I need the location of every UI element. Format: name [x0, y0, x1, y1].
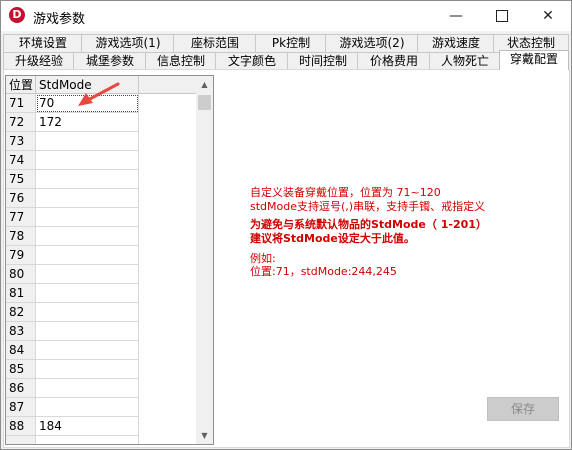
tab-options2[interactable]: 游戏选项(2) — [325, 34, 419, 52]
tab-coords[interactable]: 座标范围 — [173, 34, 257, 52]
red-arrow-annotation — [78, 82, 120, 106]
row-position-cell — [6, 436, 36, 444]
table-row[interactable]: 80 — [6, 265, 196, 284]
table-row[interactable] — [6, 436, 196, 444]
stdmode-cell[interactable] — [36, 398, 139, 417]
minimize-button[interactable]: — — [433, 1, 479, 31]
stdmode-cell[interactable] — [36, 227, 139, 246]
stdmode-cell[interactable] — [36, 208, 139, 227]
row-position-cell: 86 — [6, 379, 36, 398]
tab-wear-config[interactable]: 穿戴配置 — [499, 50, 569, 70]
stdmode-cell[interactable] — [36, 379, 139, 398]
column-header-position[interactable]: 位置 — [6, 76, 36, 94]
scroll-up-icon[interactable]: ▲ — [196, 76, 213, 93]
stdmode-cell[interactable] — [36, 436, 139, 444]
table-row[interactable]: 81 — [6, 284, 196, 303]
maximize-icon — [496, 10, 508, 22]
note-line-6: 位置:71，stdMode:244,245 — [250, 265, 397, 278]
tab-castle[interactable]: 城堡参数 — [73, 52, 147, 70]
vertical-scrollbar[interactable]: ▲ ▼ — [196, 76, 213, 444]
table-row[interactable]: 72 172 — [6, 113, 196, 132]
table-row[interactable]: 79 — [6, 246, 196, 265]
table-row[interactable]: 78 — [6, 227, 196, 246]
tab-time[interactable]: 时间控制 — [287, 52, 359, 70]
row-position-cell: 75 — [6, 170, 36, 189]
tab-options1[interactable]: 游戏选项(1) — [81, 34, 175, 52]
window-title: 游戏参数 — [33, 12, 86, 27]
tab-text-color[interactable]: 文字颜色 — [215, 52, 289, 70]
stdmode-cell[interactable] — [36, 360, 139, 379]
row-position-cell: 79 — [6, 246, 36, 265]
wear-grid[interactable]: 位置 StdMode 71 70 72 172 73 74 75 76 77 78 79 80 81 82… — [5, 75, 214, 445]
app-icon: D — [9, 7, 25, 23]
table-row[interactable]: 73 — [6, 132, 196, 151]
title-bar: D 游戏参数 — ✕ — [1, 1, 571, 31]
maximize-button[interactable] — [479, 1, 525, 31]
table-row[interactable]: 74 — [6, 151, 196, 170]
tab-env[interactable]: 环境设置 — [3, 34, 83, 52]
stdmode-cell[interactable]: 172 — [36, 113, 139, 132]
row-position-cell: 80 — [6, 265, 36, 284]
tab-pk[interactable]: Pk控制 — [255, 34, 327, 52]
table-row[interactable]: 77 — [6, 208, 196, 227]
save-button[interactable]: 保存 — [487, 397, 559, 421]
row-position-cell: 71 — [6, 94, 36, 113]
table-row[interactable]: 85 — [6, 360, 196, 379]
tab-level-exp[interactable]: 升级经验 — [3, 52, 75, 70]
row-position-cell: 82 — [6, 303, 36, 322]
close-button[interactable]: ✕ — [525, 1, 571, 31]
tab-death[interactable]: 人物死亡 — [429, 52, 501, 70]
note-line-2: stdMode支持逗号(,)串联，支持手镯、戒指定义 — [250, 200, 486, 213]
note-line-4: 建议将StdMode设定大于此值。 — [250, 232, 415, 245]
stdmode-cell[interactable] — [36, 132, 139, 151]
row-position-cell: 78 — [6, 227, 36, 246]
row-position-cell: 77 — [6, 208, 36, 227]
column-header-empty — [139, 76, 196, 94]
table-row[interactable]: 75 — [6, 170, 196, 189]
table-row[interactable]: 84 — [6, 341, 196, 360]
row-position-cell: 73 — [6, 132, 36, 151]
stdmode-cell[interactable] — [36, 303, 139, 322]
tab-speed[interactable]: 游戏速度 — [417, 34, 495, 52]
stdmode-cell[interactable] — [36, 322, 139, 341]
row-position-cell: 81 — [6, 284, 36, 303]
stdmode-cell[interactable] — [36, 170, 139, 189]
row-position-cell: 88 — [6, 417, 36, 436]
table-row[interactable]: 83 — [6, 322, 196, 341]
row-position-cell: 87 — [6, 398, 36, 417]
stdmode-cell[interactable] — [36, 246, 139, 265]
stdmode-cell[interactable] — [36, 341, 139, 360]
stdmode-cell[interactable]: 184 — [36, 417, 139, 436]
row-position-cell: 83 — [6, 322, 36, 341]
row-position-cell: 84 — [6, 341, 36, 360]
table-row[interactable]: 82 — [6, 303, 196, 322]
row-position-cell: 72 — [6, 113, 36, 132]
table-row[interactable]: 76 — [6, 189, 196, 208]
table-row[interactable]: 86 — [6, 379, 196, 398]
tab-price[interactable]: 价格费用 — [357, 52, 431, 70]
scroll-down-icon[interactable]: ▼ — [196, 427, 213, 444]
row-position-cell: 76 — [6, 189, 36, 208]
stdmode-cell[interactable] — [36, 189, 139, 208]
stdmode-cell[interactable] — [36, 284, 139, 303]
stdmode-cell[interactable] — [36, 151, 139, 170]
tab-info[interactable]: 信息控制 — [145, 52, 217, 70]
table-row[interactable]: 88 184 — [6, 417, 196, 436]
table-row[interactable]: 87 — [6, 398, 196, 417]
row-position-cell: 74 — [6, 151, 36, 170]
stdmode-cell[interactable] — [36, 265, 139, 284]
scroll-thumb[interactable] — [198, 95, 211, 110]
row-position-cell: 85 — [6, 360, 36, 379]
